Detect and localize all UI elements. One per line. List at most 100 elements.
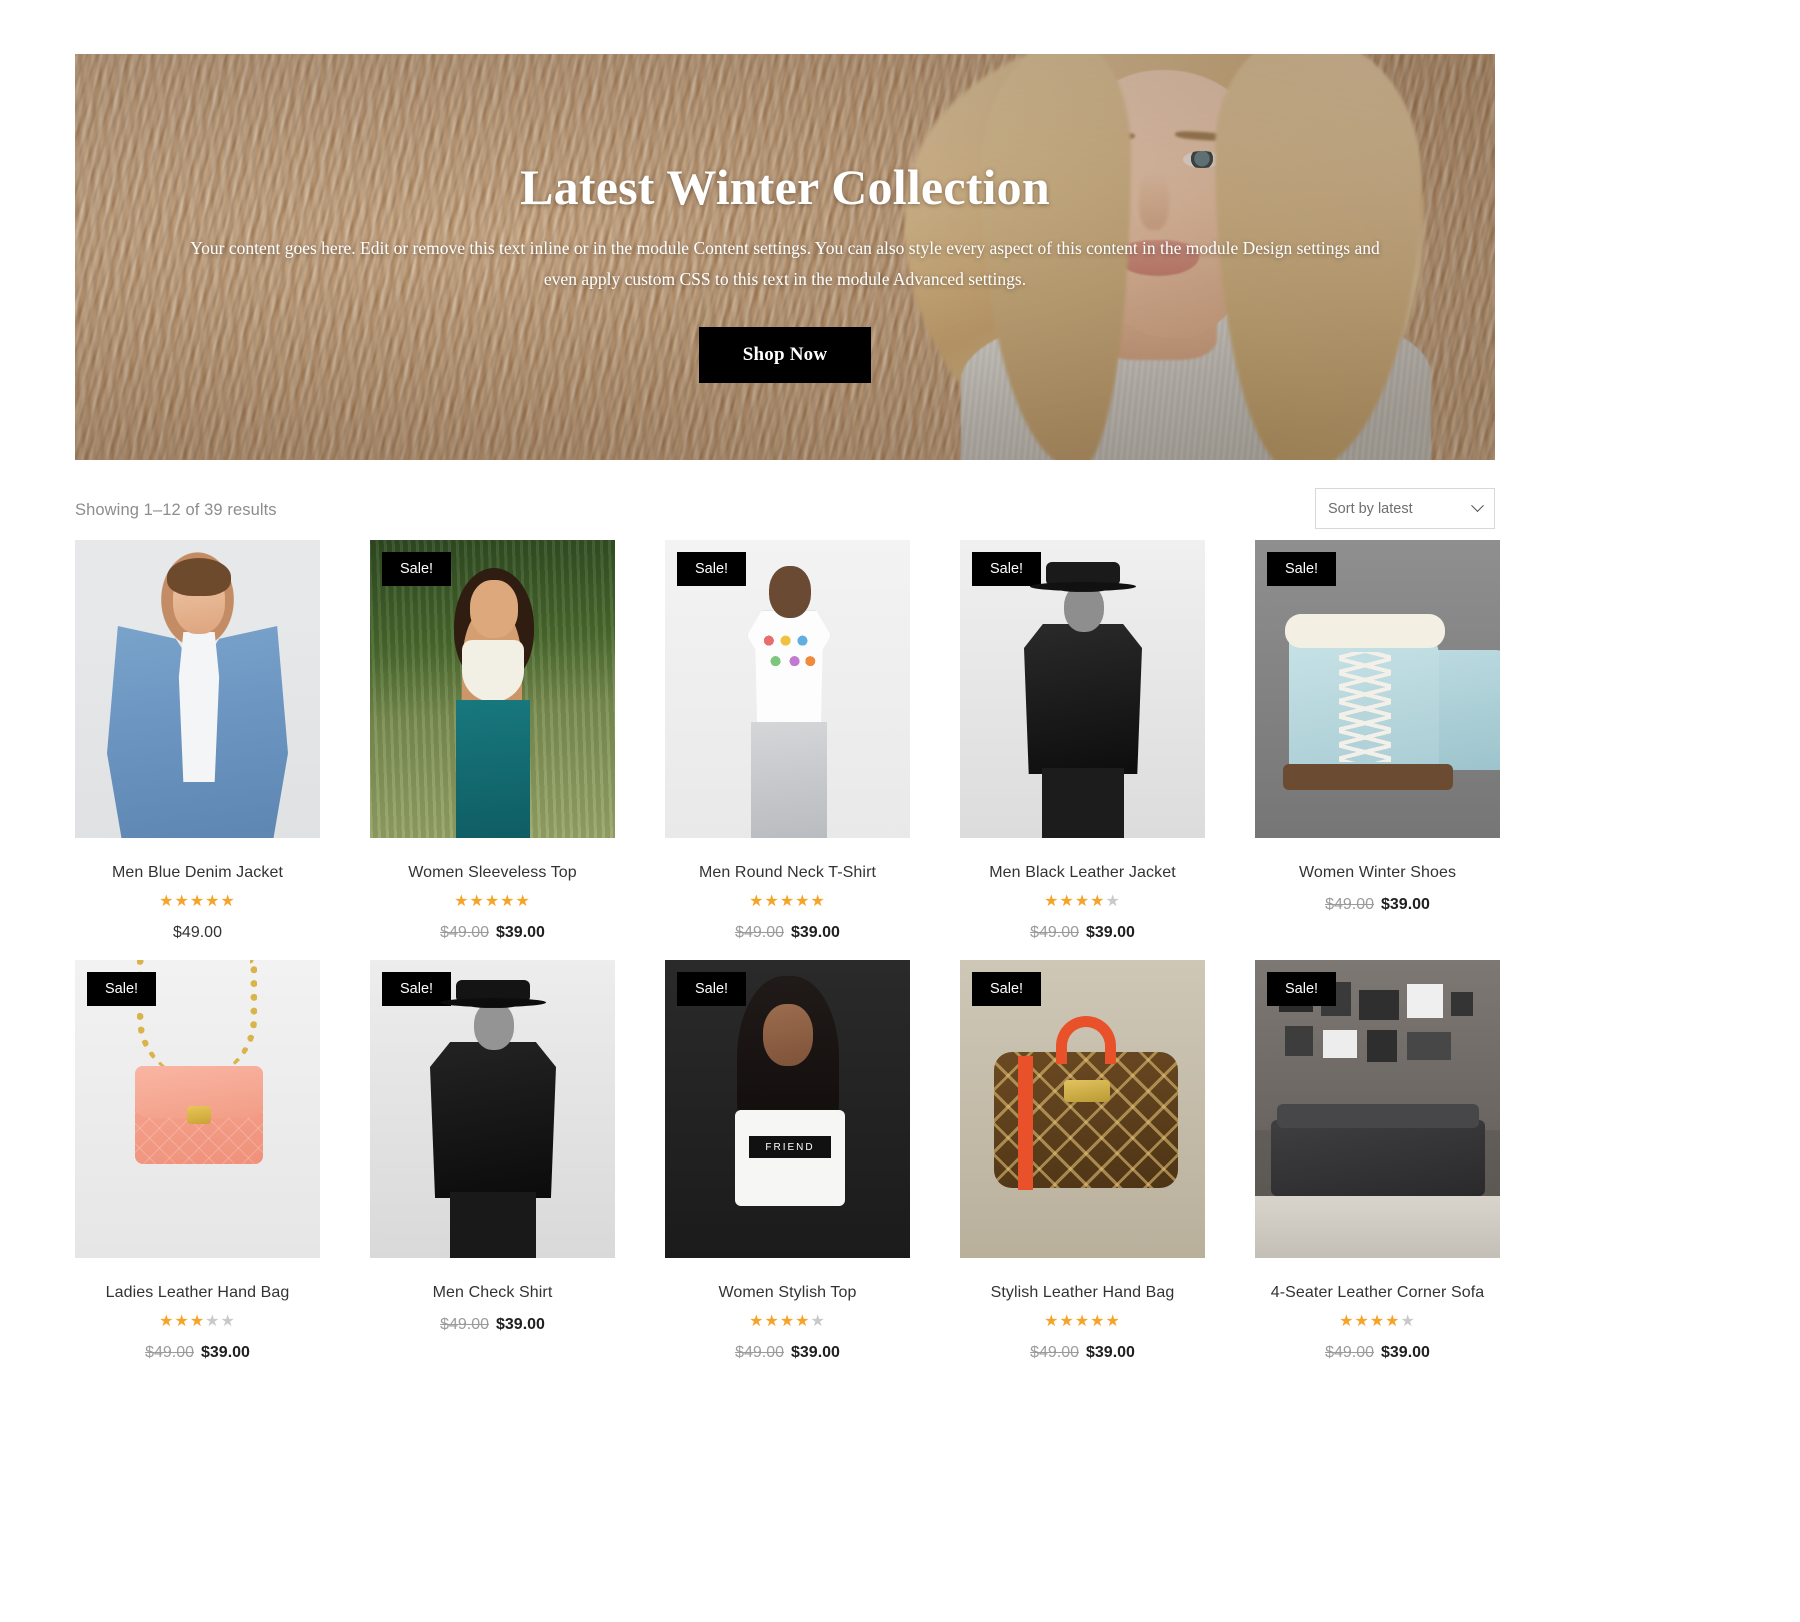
price-sale: $39.00 [1381, 896, 1430, 913]
star-icon: ★ [469, 893, 485, 910]
price-sale: $39.00 [201, 1344, 250, 1361]
price-original: $49.00 [440, 1316, 489, 1333]
product-price: $49.00 $39.00 [370, 1316, 615, 1334]
product-title[interactable]: 4-Seater Leather Corner Sofa [1255, 1284, 1500, 1302]
hero-paragraph: Your content goes here. Edit or remove t… [190, 238, 1380, 290]
product-price: $49.00 $39.00 [370, 924, 615, 942]
product-card[interactable]: Sale! Men Round Neck T-Shirt ★★★★★ $49.00 $3… [665, 540, 910, 942]
star-icon: ★ [810, 893, 826, 910]
product-card[interactable]: Sale! 4-Seater Leather Corner Sofa ★★★★★ $4… [1255, 960, 1500, 1362]
star-icon: ★ [174, 893, 190, 910]
product-card[interactable]: Men Blue Denim Jacket ★★★★★ $49.00 [75, 540, 320, 942]
product-rating: ★★★★★ [75, 894, 320, 910]
sort-dropdown[interactable]: Sort by latest [1315, 488, 1495, 529]
price-sale: $39.00 [1086, 1344, 1135, 1361]
hero-content: Latest Winter Collection Your content go… [75, 54, 1495, 460]
product-thumbnail[interactable] [75, 540, 320, 838]
price-original: $49.00 [735, 1344, 784, 1361]
sale-badge: Sale! [972, 972, 1042, 1006]
star-icon: ★ [810, 1313, 826, 1330]
product-thumbnail[interactable]: Sale! [370, 540, 615, 838]
product-thumbnail[interactable]: Sale! [1255, 960, 1500, 1258]
product-title[interactable]: Men Blue Denim Jacket [75, 864, 320, 882]
shop-page: Latest Winter Collection Your content go… [0, 0, 1800, 1622]
product-thumbnail[interactable]: Sale! [370, 960, 615, 1258]
product-card[interactable]: Sale! Men Check Shirt $49.00 $39.00 [370, 960, 615, 1362]
star-icon: ★ [1400, 1313, 1416, 1330]
sale-badge: Sale! [972, 552, 1042, 586]
product-price: $49.00 $39.00 [665, 924, 910, 942]
product-grid: Men Blue Denim Jacket ★★★★★ $49.00 Sale! Wom… [75, 540, 1500, 1362]
price-original: $49.00 [1325, 1344, 1374, 1361]
product-image-man-in-blue-denim-jacket [75, 540, 320, 838]
product-card[interactable]: Sale! Women Winter Shoes $49.00 $39.00 [1255, 540, 1500, 942]
product-title[interactable]: Men Check Shirt [370, 1284, 615, 1302]
star-icon: ★ [484, 893, 501, 910]
result-count: Showing 1–12 of 39 results [75, 501, 277, 519]
product-rating: ★★★★★ [960, 894, 1205, 910]
sort-dropdown-value: Sort by latest [1328, 500, 1413, 517]
product-thumbnail[interactable]: Sale! [960, 960, 1205, 1258]
product-title[interactable]: Ladies Leather Hand Bag [75, 1284, 320, 1302]
product-price: $49.00 $39.00 [665, 1344, 910, 1362]
price-original: $49.00 [145, 1344, 194, 1361]
star-icon: ★ [1354, 1313, 1370, 1330]
price-original: $49.00 [1325, 896, 1374, 913]
product-title[interactable]: Stylish Leather Hand Bag [960, 1284, 1205, 1302]
shop-toolbar: Showing 1–12 of 39 results Sort by lates… [75, 488, 1495, 546]
product-price: $49.00 $39.00 [960, 1344, 1205, 1362]
star-icon: ★ [500, 893, 516, 910]
product-title[interactable]: Women Winter Shoes [1255, 864, 1500, 882]
star-icon: ★ [1074, 1313, 1091, 1330]
product-title[interactable]: Women Sleeveless Top [370, 864, 615, 882]
product-card[interactable]: Sale! Stylish Leather Hand Bag ★★★★★ $49.00… [960, 960, 1205, 1362]
price-sale: $39.00 [791, 1344, 840, 1361]
product-rating: ★★★★★ [665, 1314, 910, 1330]
price-sale: $39.00 [1086, 924, 1135, 941]
sale-badge: Sale! [677, 972, 747, 1006]
chevron-down-icon [1471, 499, 1484, 513]
product-thumbnail[interactable]: Sale! [665, 960, 910, 1258]
price-original: $49.00 [440, 924, 489, 941]
product-price: $49.00 $39.00 [1255, 1344, 1500, 1362]
star-icon: ★ [189, 893, 206, 910]
product-price: $49.00 $39.00 [75, 1344, 320, 1362]
product-thumbnail[interactable]: Sale! [1255, 540, 1500, 838]
star-icon: ★ [1105, 893, 1121, 910]
star-icon: ★ [1105, 1313, 1121, 1330]
product-card[interactable]: Sale! Women Stylish Top ★★★★★ $49.00 $39.00 [665, 960, 910, 1362]
star-icon: ★ [220, 1313, 236, 1330]
star-icon: ★ [1369, 1313, 1386, 1330]
star-icon: ★ [159, 893, 175, 910]
product-price: $49.00 [75, 924, 320, 942]
hero-title: Latest Winter Collection [520, 159, 1050, 215]
sale-badge: Sale! [87, 972, 157, 1006]
product-thumbnail[interactable]: Sale! [665, 540, 910, 838]
star-icon: ★ [779, 1313, 796, 1330]
product-thumbnail[interactable]: Sale! [75, 960, 320, 1258]
hero-banner: Latest Winter Collection Your content go… [75, 54, 1495, 460]
shop-now-button[interactable]: Shop Now [698, 327, 872, 384]
product-rating: ★★★★★ [665, 894, 910, 910]
price-original: $49.00 [1030, 1344, 1079, 1361]
star-icon: ★ [189, 1313, 206, 1330]
product-title[interactable]: Men Round Neck T-Shirt [665, 864, 910, 882]
star-icon: ★ [1059, 1313, 1075, 1330]
product-card[interactable]: Sale! Ladies Leather Hand Bag ★★★★★ $49.00 $… [75, 960, 320, 1362]
sale-badge: Sale! [677, 552, 747, 586]
star-icon: ★ [795, 1313, 811, 1330]
product-thumbnail[interactable]: Sale! [960, 540, 1205, 838]
star-icon: ★ [1044, 893, 1060, 910]
sale-badge: Sale! [1267, 552, 1337, 586]
product-price: $49.00 $39.00 [960, 924, 1205, 942]
star-icon: ★ [779, 893, 796, 910]
product-rating: ★★★★★ [75, 1314, 320, 1330]
sale-badge: Sale! [382, 552, 452, 586]
star-icon: ★ [749, 1313, 765, 1330]
star-icon: ★ [1090, 893, 1106, 910]
product-title[interactable]: Women Stylish Top [665, 1284, 910, 1302]
product-card[interactable]: Sale! Men Black Leather Jacket ★★★★★ $49.00… [960, 540, 1205, 942]
product-title[interactable]: Men Black Leather Jacket [960, 864, 1205, 882]
star-icon: ★ [1059, 893, 1075, 910]
product-card[interactable]: Sale! Women Sleeveless Top ★★★★★ $49.00 $39.… [370, 540, 615, 942]
